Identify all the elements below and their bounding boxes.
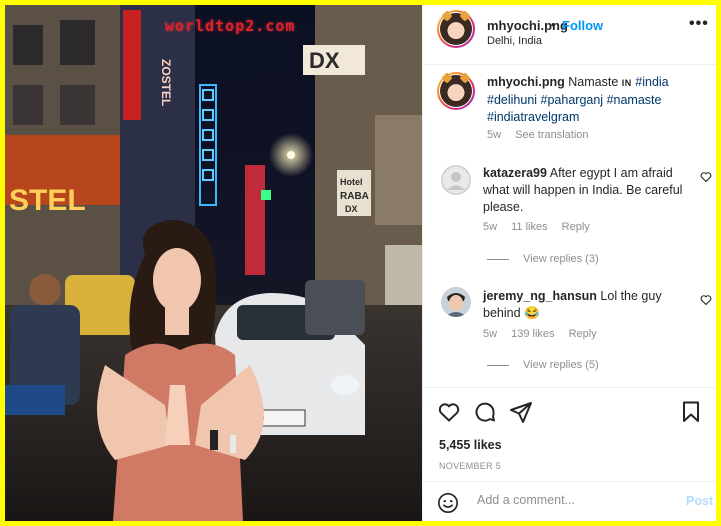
post-side-panel: mhyochi.png • Follow Delhi, India ••• mh… [422,5,716,521]
reply-button[interactable]: Reply [569,328,597,340]
post-header: mhyochi.png • Follow Delhi, India ••• [423,5,716,65]
comment-age: 5w [483,328,498,340]
watermark-text: worldtop2.com [165,17,296,35]
profile-photo-icon [441,287,471,317]
post-location[interactable]: Delhi, India [487,35,542,47]
svg-text:STEL: STEL [9,184,86,217]
post-comment-button[interactable]: Post [686,494,713,508]
reply-button[interactable]: Reply [562,221,590,233]
view-replies-button[interactable]: View replies (3) [487,253,599,265]
hashtag-link[interactable]: #indiatravelgram [487,110,579,124]
heart-icon[interactable] [437,400,461,424]
commenter-avatar[interactable] [441,287,471,317]
svg-text:Hotel: Hotel [340,177,363,187]
post-actions: 5,455 likes NOVEMBER 5 Post [423,387,716,521]
view-replies-button[interactable]: View replies (5) [487,359,599,371]
add-comment-bar: Post [423,481,716,521]
comment: katazera99 After egypt I am afraid what … [483,165,697,216]
svg-text:ZOSTEL: ZOSTEL [159,59,173,106]
replies-line [487,364,509,366]
comment-likes[interactable]: 11 likes [511,221,547,233]
like-comment-heart-icon[interactable] [700,294,712,309]
comment-likes[interactable]: 139 likes [511,328,554,340]
author-avatar[interactable] [437,10,475,48]
caption: mhyochi.png Namaste IN #india #delihuni … [487,74,709,126]
hashtag-link[interactable]: #india [635,75,668,89]
comment-username[interactable]: jeremy_ng_hansun [483,289,597,303]
post-photo[interactable]: STEL ZOSTEL DX Hotel RABA DX worldtop2.c… [5,5,422,521]
comment-username[interactable]: katazera99 [483,166,547,180]
bookmark-icon[interactable] [679,400,703,424]
hashtag-link[interactable]: #paharganj [541,93,604,107]
emoji-icon[interactable] [437,492,459,514]
share-icon[interactable] [509,400,533,424]
street-scene-illustration: STEL ZOSTEL DX Hotel RABA DX [5,5,422,521]
svg-text:DX: DX [309,48,340,73]
comment-age: 5w [483,221,498,233]
hashtag-link[interactable]: #delihuni [487,93,537,107]
follow-button[interactable]: Follow [562,18,603,33]
like-comment-heart-icon[interactable] [700,171,712,186]
default-avatar-icon [441,165,471,195]
caption-text: Namaste [568,75,619,89]
separator-dot: • [551,17,556,32]
svg-text:DX: DX [345,204,358,214]
caption-author-avatar[interactable] [437,72,475,110]
comment-icon[interactable] [473,400,497,424]
post-date: NOVEMBER 5 [439,461,502,471]
replies-line [487,258,509,260]
comment-input[interactable] [477,493,667,507]
caption-age: 5w [487,129,502,141]
caption-meta: 5w See translation [487,129,600,141]
likes-count[interactable]: 5,455 likes [439,438,502,452]
svg-text:RABA: RABA [340,191,369,202]
instagram-post-window: STEL ZOSTEL DX Hotel RABA DX worldtop2.c… [5,5,716,521]
comment-meta: 5w 11 likes Reply [483,221,601,233]
see-translation-link[interactable]: See translation [515,129,588,141]
more-options-icon[interactable]: ••• [689,15,709,33]
comment: jeremy_ng_hansun Lol the guy behind 😂 [483,288,697,322]
comment-meta: 5w 139 likes Reply [483,328,608,340]
caption-in-word: IN [621,78,632,88]
hashtag-link[interactable]: #namaste [607,93,662,107]
commenter-avatar[interactable] [441,165,471,195]
caption-username[interactable]: mhyochi.png [487,75,565,89]
